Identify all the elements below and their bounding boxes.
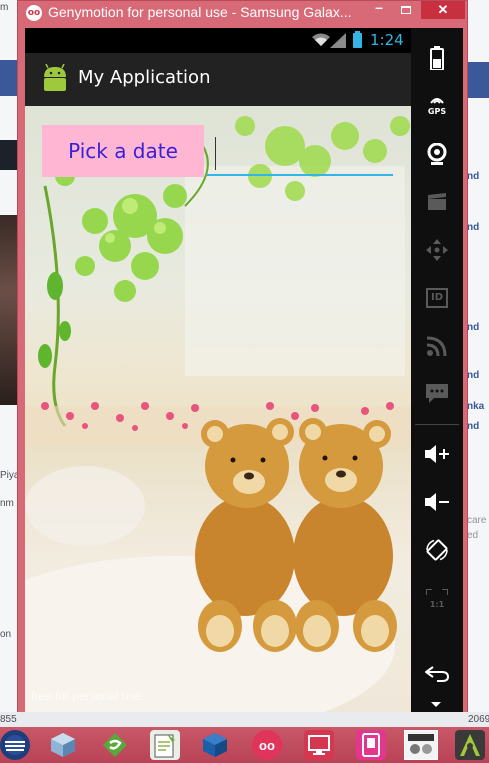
device-screen[interactable]: 1:24 My Application Pick a date free for… — [25, 28, 411, 712]
photo-thumbnail-icon — [405, 731, 437, 759]
genymotion-oo-icon: oo — [259, 737, 275, 753]
rotate-button[interactable] — [411, 530, 463, 570]
genymotion-logo-icon: oo — [26, 5, 42, 21]
rotate-screen-icon — [426, 539, 448, 561]
background-text: 2069 — [468, 714, 489, 725]
battery-widget-icon — [430, 46, 444, 70]
phone-frame-icon — [362, 733, 380, 757]
zoom-ratio-label: 1:1 — [429, 599, 445, 609]
chat-bubble-icon — [426, 384, 448, 403]
android-studio-icon — [460, 734, 480, 756]
window-titlebar[interactable]: oo Genymotion for personal use - Samsung… — [18, 0, 467, 25]
genymotion-window: oo Genymotion for personal use - Samsung… — [17, 0, 468, 716]
webcam-button[interactable] — [411, 134, 463, 174]
taskbar-app-icon[interactable] — [0, 730, 30, 760]
date-text-field[interactable] — [207, 130, 393, 176]
device-id-button[interactable]: ID — [411, 278, 463, 318]
signal-icon — [330, 33, 346, 48]
app-content: Pick a date free for personal use — [25, 106, 411, 712]
taskbar-photo-app[interactable] — [404, 730, 438, 760]
background-text: nm — [0, 498, 14, 509]
striped-globe-icon — [5, 735, 25, 755]
volume-down-icon — [425, 493, 449, 511]
taskbar-phone-app[interactable] — [356, 730, 386, 760]
volume-down-button[interactable] — [411, 482, 463, 522]
background-text: nd — [467, 171, 480, 182]
dpad-arrows-icon — [426, 239, 448, 261]
sms-button[interactable] — [411, 374, 463, 414]
close-button[interactable]: ✕ — [421, 1, 465, 19]
back-button[interactable] — [411, 654, 463, 694]
taskbar-android-studio-app[interactable] — [455, 730, 485, 760]
action-bar: My Application — [25, 53, 411, 106]
rss-signal-icon — [427, 336, 447, 356]
back-arrow-icon — [425, 666, 449, 682]
background-bottom-strip: 855 2069 — [0, 712, 489, 727]
panel-scroll-down-icon[interactable] — [431, 702, 441, 707]
status-bar-clock: 1:24 — [370, 31, 404, 49]
taskbar-3d-cube-app[interactable] — [48, 730, 78, 760]
taskbar-virtualbox-app[interactable] — [200, 730, 230, 760]
text-cursor — [215, 137, 216, 170]
battery-icon — [353, 31, 362, 48]
id-card-icon: ID — [426, 288, 448, 308]
volume-up-icon — [425, 445, 449, 463]
app-title: My Application — [78, 67, 211, 88]
screencast-button[interactable] — [411, 182, 463, 222]
green-s-logo-icon — [103, 733, 127, 757]
background-text: on — [0, 629, 12, 640]
background-text: nd — [467, 322, 480, 333]
remote-control-button[interactable] — [411, 230, 463, 270]
pick-date-button[interactable]: Pick a date — [42, 125, 204, 177]
volume-up-button[interactable] — [411, 434, 463, 474]
gps-signal-icon — [430, 98, 444, 104]
wifi-icon — [312, 33, 330, 46]
background-facebook-bar — [465, 62, 489, 98]
background-text: m — [0, 2, 9, 13]
panel-divider — [415, 424, 459, 425]
clapperboard-icon — [428, 193, 446, 210]
maximize-icon — [401, 6, 411, 14]
maximize-button[interactable] — [393, 1, 419, 19]
virtualbox-cube-icon — [203, 733, 227, 757]
android-robot-icon — [44, 64, 66, 91]
background-text: nd — [467, 370, 480, 381]
network-button[interactable] — [411, 326, 463, 366]
taskbar-notepad-plus-app[interactable] — [150, 730, 180, 760]
watermark-text: free for personal use — [31, 689, 142, 703]
background-text: nd — [467, 222, 480, 233]
taskbar-monitor-app[interactable] — [304, 730, 334, 760]
battery-widget-button[interactable] — [411, 38, 463, 78]
taskbar-editor-app[interactable] — [100, 730, 130, 760]
background-right-sliver: nd nd nd nd nka nd care ed — [465, 0, 489, 712]
webcam-icon — [427, 143, 447, 165]
teddy-bear-background-image — [25, 116, 411, 712]
cube-icon — [51, 733, 75, 757]
background-text: care — [467, 515, 487, 526]
minimize-button[interactable]: – — [366, 0, 392, 19]
android-status-bar: 1:24 — [25, 28, 411, 53]
gps-button[interactable]: GPS — [411, 85, 463, 125]
expand-corners-icon — [425, 587, 449, 595]
taskbar-genymotion-app[interactable]: oo — [252, 730, 282, 760]
genymotion-control-panel: GPS ID 1:1 — [411, 28, 463, 712]
pixel-perfect-button[interactable]: 1:1 — [411, 578, 463, 618]
monitor-icon — [308, 735, 330, 755]
background-text: nd — [467, 421, 480, 432]
notepad-plus-icon — [154, 734, 175, 758]
window-title: Genymotion for personal use - Samsung Ga… — [48, 4, 352, 20]
background-text: nka — [467, 401, 485, 412]
background-text: 855 — [0, 714, 17, 725]
gps-label: GPS — [427, 107, 447, 116]
background-text: ed — [467, 530, 479, 541]
taskbar: oo — [0, 727, 489, 763]
